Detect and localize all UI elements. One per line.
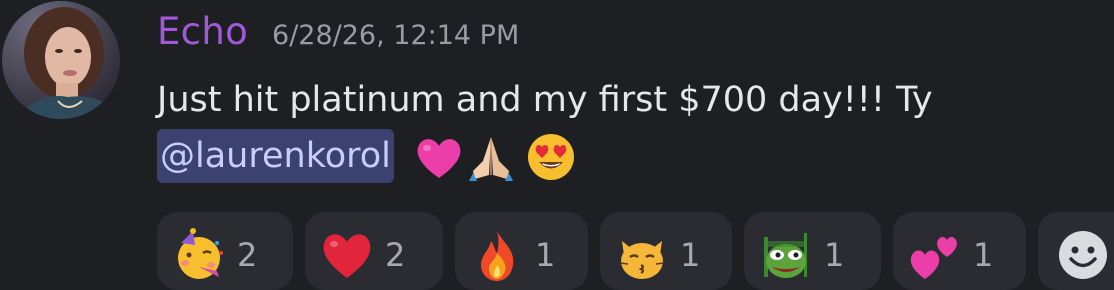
reaction-count: 1 [973, 236, 994, 274]
add-reaction-button[interactable] [1038, 212, 1114, 290]
reaction-count: 2 [237, 236, 258, 274]
reaction-partying-face[interactable]: 2 [157, 212, 293, 290]
reactions-bar: 2 2 1 1 1 1 [157, 212, 1114, 290]
pepe-emote-icon [758, 227, 814, 283]
reaction-red-heart[interactable]: 2 [305, 212, 443, 290]
two-hearts-icon [907, 227, 963, 283]
message-text: Just hit platinum and my first $700 day!… [157, 80, 933, 120]
pink-heart-emoji [413, 131, 465, 183]
reaction-fire[interactable]: 1 [455, 212, 588, 290]
reaction-count: 1 [680, 236, 701, 274]
reaction-two-hearts[interactable]: 1 [893, 212, 1026, 290]
timestamp: 6/28/26, 12:14 PM [272, 20, 520, 51]
partying-face-icon [171, 227, 227, 283]
user-avatar[interactable] [2, 1, 120, 119]
reaction-kissing-cat[interactable]: 1 [600, 212, 732, 290]
reaction-count: 2 [385, 236, 406, 274]
message-content: Just hit platinum and my first $700 day!… [157, 72, 1102, 184]
chat-message: Echo 6/28/26, 12:14 PM Just hit platinum… [0, 0, 1114, 290]
kissing-cat-icon [614, 227, 670, 283]
username[interactable]: Echo [157, 10, 248, 53]
user-mention[interactable]: @laurenkorol [157, 129, 394, 183]
message-header: Echo 6/28/26, 12:14 PM [157, 10, 519, 53]
reaction-count: 1 [535, 236, 556, 274]
fire-icon [469, 227, 525, 283]
smiley-face-icon [1059, 231, 1107, 279]
reaction-count: 1 [824, 236, 845, 274]
reaction-custom-pepe[interactable]: 1 [744, 212, 881, 290]
heart-eyes-emoji [525, 131, 577, 183]
folded-hands-emoji [465, 131, 517, 183]
red-heart-icon [319, 227, 375, 283]
